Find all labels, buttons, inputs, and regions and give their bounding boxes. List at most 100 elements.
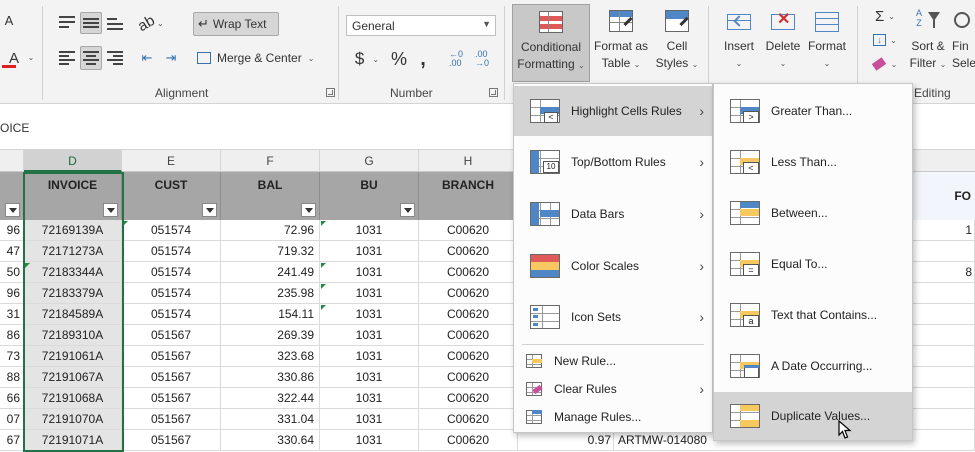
cell-cust[interactable]: 051567 — [122, 388, 221, 408]
cell-c[interactable]: 86 — [0, 325, 24, 345]
cell-bal[interactable]: 330.64 — [221, 430, 320, 450]
cell-branch[interactable]: C00620 — [419, 304, 518, 324]
cell-extra-text[interactable]: ARTMW-014080 — [618, 430, 714, 450]
column-header-f[interactable]: F — [221, 150, 320, 172]
cell-branch[interactable]: C00620 — [419, 220, 518, 240]
cell-cust[interactable]: 051574 — [122, 304, 221, 324]
font-size-decrease-icon[interactable]: A — [0, 10, 18, 30]
autosum-button[interactable]: Σ ⌄ — [868, 6, 902, 26]
menu-item-manage-rules[interactable]: Manage Rules... — [514, 403, 712, 431]
cell-branch[interactable]: C00620 — [419, 283, 518, 303]
filter-dropdown-icon[interactable] — [202, 203, 217, 217]
decrease-decimal-button[interactable]: .00 →0 — [470, 47, 494, 71]
sort-filter-button[interactable]: AZ Sort & Filter ⌄ — [904, 4, 952, 82]
cell-styles-button[interactable]: Cell Styles ⌄ — [652, 4, 702, 82]
cell-bu[interactable]: 1031 — [320, 325, 419, 345]
cell-invoice[interactable]: 72191068A — [24, 388, 122, 408]
cell-bu[interactable]: 1031 — [320, 409, 419, 429]
cell-cust[interactable]: 051567 — [122, 409, 221, 429]
cell-right[interactable] — [912, 430, 975, 450]
cell-right[interactable] — [912, 304, 975, 324]
cell-right[interactable] — [912, 283, 975, 303]
cell-branch[interactable]: C00620 — [419, 325, 518, 345]
cell-branch[interactable]: C00620 — [419, 367, 518, 387]
column-header-c[interactable] — [0, 150, 24, 172]
cell-invoice[interactable]: 72183379A — [24, 283, 122, 303]
cell-bal[interactable]: 323.68 — [221, 346, 320, 366]
cell-cust[interactable]: 051567 — [122, 346, 221, 366]
submenu-item-date-occurring[interactable]: A Date Occurring... — [714, 341, 912, 391]
menu-item-color-scales[interactable]: Color Scales › — [514, 240, 712, 292]
alignment-launcher-icon[interactable] — [326, 88, 335, 97]
cell-branch[interactable]: C00620 — [419, 346, 518, 366]
cell-bu[interactable]: 1031 — [320, 241, 419, 261]
cell-invoice[interactable]: 72191070A — [24, 409, 122, 429]
cell-bal[interactable]: 72.96 — [221, 220, 320, 240]
cell-right[interactable] — [912, 409, 975, 429]
align-middle-button[interactable] — [80, 12, 102, 34]
currency-button[interactable]: $ ⌄ — [348, 47, 386, 71]
cell-cust[interactable]: 051567 — [122, 367, 221, 387]
cell-c[interactable]: 50 — [0, 262, 24, 282]
cell-bu[interactable]: 1031 — [320, 388, 419, 408]
cell-branch[interactable]: C00620 — [419, 262, 518, 282]
cell-bu[interactable]: 1031 — [320, 367, 419, 387]
cell-cust[interactable]: 051574 — [122, 241, 221, 261]
cell-invoice[interactable]: 72191071A — [24, 430, 122, 450]
cell-invoice[interactable]: 72189310A — [24, 325, 122, 345]
cell-right[interactable] — [912, 388, 975, 408]
submenu-item-less-than[interactable]: < Less Than... — [714, 137, 912, 187]
submenu-item-equal-to[interactable]: = Equal To... — [714, 239, 912, 289]
find-select-button[interactable]: Fin Sele — [952, 4, 975, 82]
font-color-button[interactable]: A — [0, 46, 28, 70]
cell-cust[interactable]: 051574 — [122, 283, 221, 303]
format-button[interactable]: Format ⌄ — [804, 4, 850, 82]
submenu-item-text-contains[interactable]: a Text that Contains... — [714, 290, 912, 340]
cell-branch[interactable]: C00620 — [419, 409, 518, 429]
column-header-d[interactable]: D — [24, 150, 122, 172]
cell-branch[interactable]: C00620 — [419, 241, 518, 261]
menu-item-data-bars[interactable]: Data Bars › — [514, 188, 712, 240]
font-color-dropdown-icon[interactable]: ⌄ — [26, 50, 36, 64]
cell-cust[interactable]: 051567 — [122, 430, 221, 450]
align-top-button[interactable] — [56, 12, 78, 34]
cell-bu[interactable]: 1031 — [320, 262, 419, 282]
filter-dropdown-icon[interactable] — [5, 203, 20, 217]
format-as-table-button[interactable]: Format as Table ⌄ — [592, 4, 650, 82]
align-center-button[interactable] — [80, 46, 102, 70]
cell-c[interactable]: 67 — [0, 430, 24, 450]
merge-center-button[interactable]: Merge & Center ⌄ — [193, 46, 321, 70]
cell-bal[interactable]: 331.04 — [221, 409, 320, 429]
comma-style-button[interactable]: , — [414, 47, 432, 71]
menu-item-icon-sets[interactable]: Icon Sets › — [514, 292, 712, 342]
increase-indent-button[interactable]: ⇥ — [160, 46, 182, 70]
percent-button[interactable]: % — [388, 47, 410, 71]
column-header-e[interactable]: E — [122, 150, 221, 172]
cell-right[interactable]: 8 — [912, 262, 975, 282]
conditional-formatting-button[interactable]: Conditional Formatting ⌄ — [512, 4, 590, 82]
cell-bal[interactable]: 719.32 — [221, 241, 320, 261]
menu-item-new-rule[interactable]: New Rule... — [514, 347, 712, 375]
cell-invoice[interactable]: 72183344A — [24, 262, 122, 282]
cell-bal[interactable]: 154.11 — [221, 304, 320, 324]
number-launcher-icon[interactable] — [489, 88, 498, 97]
cell-c[interactable]: 66 — [0, 388, 24, 408]
cell-right[interactable]: 1 — [912, 220, 975, 240]
cell-right[interactable] — [912, 367, 975, 387]
wrap-text-button[interactable]: ↵ Wrap Text — [193, 12, 279, 36]
cell-invoice[interactable]: 72191067A — [24, 367, 122, 387]
filter-dropdown-icon[interactable] — [103, 203, 118, 217]
cell-cust[interactable]: 051574 — [122, 262, 221, 282]
cell-right[interactable] — [912, 325, 975, 345]
cell-bu[interactable]: 1031 — [320, 346, 419, 366]
cell-right[interactable] — [912, 346, 975, 366]
cell-invoice[interactable]: 72171273A — [24, 241, 122, 261]
cell-c[interactable]: 47 — [0, 241, 24, 261]
align-bottom-button[interactable] — [104, 12, 126, 34]
menu-item-highlight-cells-rules[interactable]: < Highlight Cells Rules › — [514, 86, 712, 136]
cell-c[interactable]: 73 — [0, 346, 24, 366]
number-format-dropdown[interactable]: General ▼ — [346, 15, 496, 36]
menu-item-clear-rules[interactable]: Clear Rules › — [514, 375, 712, 403]
cell-right[interactable] — [912, 241, 975, 261]
cell-bal[interactable]: 330.86 — [221, 367, 320, 387]
